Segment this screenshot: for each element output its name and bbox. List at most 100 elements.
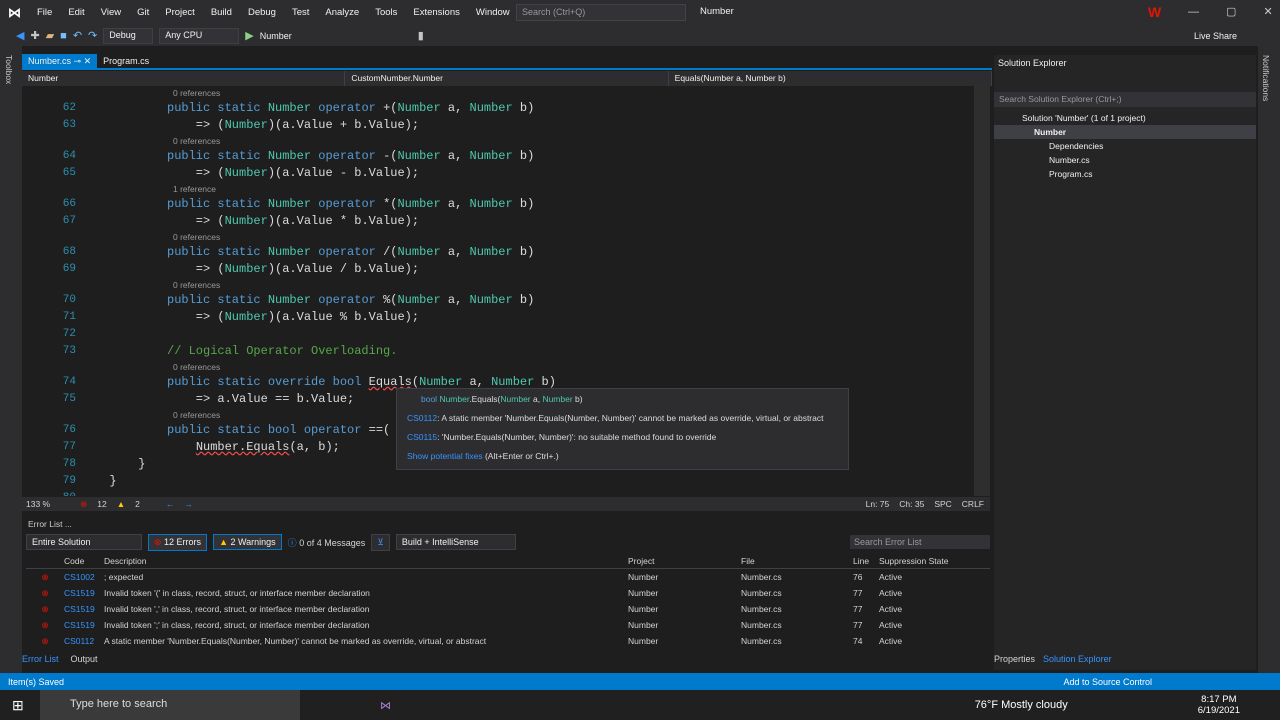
codelens-references[interactable]: 0 references: [22, 360, 972, 374]
run-button[interactable]: Number: [260, 31, 292, 41]
new-project-icon[interactable]: ✚: [30, 29, 39, 42]
tab-number-cs[interactable]: Number.cs ⊸ ✕: [22, 54, 98, 68]
search-input[interactable]: Search (Ctrl+Q): [516, 4, 686, 21]
zoom-level[interactable]: 133 %: [26, 499, 50, 509]
toolbox-tab[interactable]: Toolbox: [4, 55, 14, 84]
tree-solution[interactable]: Solution 'Number' (1 of 1 project): [994, 111, 1256, 125]
clear-filter-icon[interactable]: ⊻: [371, 533, 390, 551]
window-controls[interactable]: — ▢ ✕: [1188, 5, 1273, 18]
error-row[interactable]: ⊗ CS0112 A static member 'Number.Equals(Nu…: [26, 633, 990, 649]
clock-date[interactable]: 6/19/2021: [1198, 705, 1240, 716]
error-code-link[interactable]: CS1519: [64, 585, 104, 601]
platform-select[interactable]: Any CPU: [159, 27, 240, 44]
scope-select[interactable]: Entire Solution: [26, 534, 142, 550]
codelens-references[interactable]: 1 reference: [22, 182, 972, 196]
nav-forward-icon[interactable]: →: [184, 499, 193, 509]
menu-extensions[interactable]: Extensions: [405, 7, 467, 18]
menu-test[interactable]: Test: [284, 7, 317, 18]
code-token: %(: [383, 293, 398, 307]
error-row[interactable]: ⊗ CS1519 Invalid token ',' in class, recor…: [26, 601, 990, 617]
editor-scrollbar[interactable]: [974, 86, 990, 496]
project-dropdown[interactable]: Number: [22, 71, 346, 86]
menu-debug[interactable]: Debug: [240, 7, 284, 18]
menu-git[interactable]: Git: [129, 7, 157, 18]
warnings-filter-button[interactable]: ▲ 2 Warnings: [213, 534, 282, 550]
start-icon[interactable]: ⊞: [12, 697, 24, 714]
save-icon[interactable]: ■: [60, 30, 67, 42]
menu-build[interactable]: Build: [203, 7, 240, 18]
menu-view[interactable]: View: [93, 7, 129, 18]
error-row[interactable]: ⊗ CS1519 Invalid token ';' in class, recor…: [26, 617, 990, 633]
errors-filter-button[interactable]: ⊗ 12 Errors: [148, 533, 208, 551]
column-header[interactable]: Project: [628, 553, 741, 568]
error-row[interactable]: ⊗ CS1519 Invalid token '(' in class, recor…: [26, 585, 990, 601]
close-icon[interactable]: ✕: [84, 56, 92, 66]
code-text: => (Number)(a.Value - b.Value);: [82, 165, 419, 182]
column-header[interactable]: File: [741, 553, 853, 568]
notifications-tab[interactable]: Notifications: [1261, 55, 1271, 101]
tree-project[interactable]: Number: [994, 125, 1256, 139]
back-icon[interactable]: ◀: [16, 29, 24, 42]
column-header[interactable]: Code: [64, 553, 104, 568]
config-select[interactable]: Debug: [103, 27, 154, 44]
menu-tools[interactable]: Tools: [367, 7, 405, 18]
error-count[interactable]: 12: [97, 499, 106, 509]
code-token: Number: [397, 149, 441, 163]
run-icon[interactable]: ▶: [245, 29, 253, 42]
type-dropdown[interactable]: CustomNumber.Number: [345, 71, 669, 86]
menu-edit[interactable]: Edit: [60, 7, 92, 18]
indent-mode[interactable]: SPC: [934, 499, 951, 509]
live-share-button[interactable]: Live Share: [1194, 31, 1237, 41]
error-code-link[interactable]: CS0112: [64, 633, 104, 649]
menu-file[interactable]: File: [29, 7, 60, 18]
bookmark-icon[interactable]: ▮: [418, 29, 424, 42]
error-code-link[interactable]: CS1519: [64, 617, 104, 633]
tab-output[interactable]: Output: [71, 654, 98, 664]
warning-count[interactable]: 2: [135, 499, 140, 509]
tab-solution-explorer[interactable]: Solution Explorer: [1043, 654, 1112, 664]
user-avatar[interactable]: W: [1148, 4, 1161, 20]
line-number: 71: [62, 311, 76, 323]
code-token: => (: [167, 262, 225, 276]
error-row[interactable]: ⊗ CS1002; expected Number Number.cs 76 Active: [26, 569, 990, 585]
error-code-link[interactable]: CS1519: [64, 601, 104, 617]
tab-error-list[interactable]: Error List: [22, 654, 59, 664]
code-token: Number: [224, 310, 268, 324]
tree-program-cs[interactable]: Program.cs: [994, 167, 1256, 181]
solution-search-input[interactable]: Search Solution Explorer (Ctrl+;): [994, 92, 1256, 107]
column-header[interactable]: Description: [104, 553, 628, 568]
open-icon[interactable]: ▰: [46, 29, 54, 42]
vs-taskbar-icon[interactable]: ⋈: [380, 699, 391, 712]
pin-icon[interactable]: ⊸: [74, 56, 82, 66]
column-header[interactable]: Line: [853, 553, 879, 568]
add-to-source-control[interactable]: Add to Source Control: [1063, 677, 1152, 687]
error-table: Code Description Project File Line Suppressio…: [26, 553, 990, 649]
codelens-references[interactable]: 0 references: [22, 278, 972, 292]
weather[interactable]: 76°F Mostly cloudy: [975, 699, 1068, 711]
clock-time[interactable]: 8:17 PM: [1198, 694, 1240, 705]
tab-properties[interactable]: Properties: [994, 654, 1035, 664]
nav-back-icon[interactable]: ←: [166, 499, 175, 509]
error-code-link[interactable]: CS0115: [407, 432, 437, 442]
error-code-link[interactable]: CS0112: [407, 413, 437, 423]
undo-icon[interactable]: ↶: [73, 29, 82, 42]
tree-number-cs[interactable]: Number.cs: [994, 153, 1256, 167]
source-select[interactable]: Build + IntelliSense: [395, 534, 516, 550]
codelens-references[interactable]: 0 references: [22, 134, 972, 148]
error-code-link[interactable]: CS1002: [64, 569, 104, 585]
menu-analyze[interactable]: Analyze: [317, 7, 367, 18]
redo-icon[interactable]: ↷: [88, 29, 97, 42]
menu-window[interactable]: Window: [468, 7, 518, 18]
error-search-input[interactable]: Search Error List: [850, 535, 990, 549]
show-fixes-link[interactable]: Show potential fixes: [407, 451, 483, 461]
menu-project[interactable]: Project: [157, 7, 203, 18]
column-header[interactable]: Suppression State: [879, 553, 979, 568]
line-ending[interactable]: CRLF: [962, 499, 984, 509]
member-dropdown[interactable]: Equals(Number a, Number b): [669, 71, 992, 86]
tree-dependencies[interactable]: Dependencies: [994, 139, 1256, 153]
codelens-references[interactable]: 0 references: [22, 86, 972, 100]
codelens-references[interactable]: 0 references: [22, 230, 972, 244]
messages-filter-button[interactable]: ⓘ 0 of 4 Messages: [288, 536, 366, 549]
taskbar-search[interactable]: Type here to search: [40, 690, 300, 720]
tab-program-cs[interactable]: Program.cs: [97, 54, 155, 68]
